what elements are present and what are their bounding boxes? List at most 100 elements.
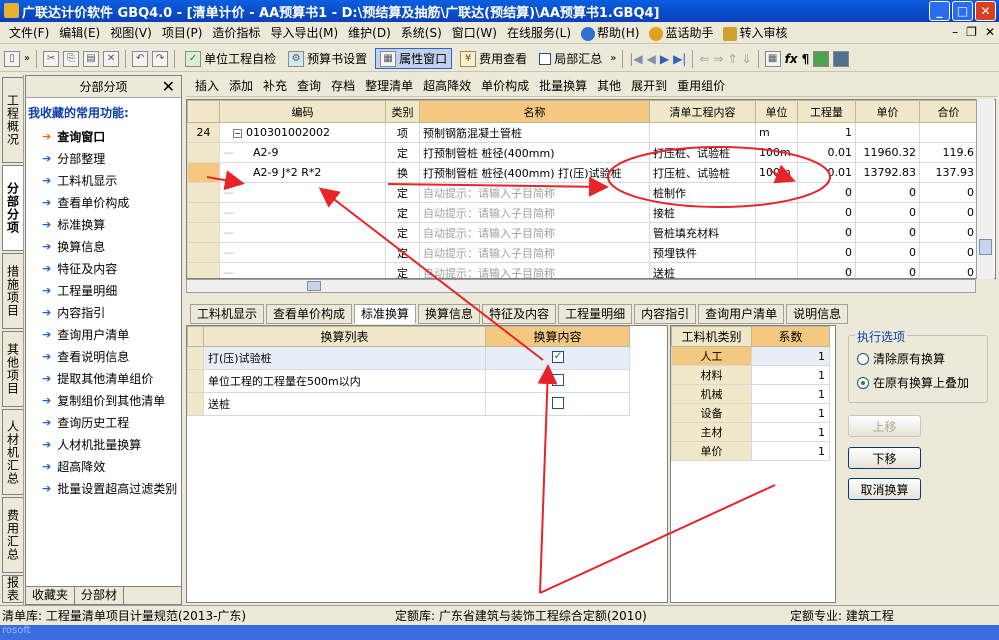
minimize-button[interactable]: _ [929,1,950,21]
coef-value[interactable]: 1 [751,365,830,385]
cell-content[interactable]: 打压桩、试验桩 [649,162,756,183]
arrow-right-icon[interactable]: ⇒ [713,52,723,66]
cell-total[interactable]: 0 [919,182,978,203]
cell-type[interactable]: 定 [385,182,420,203]
nav-next-icon[interactable]: ▶ [660,52,669,66]
cell-code[interactable]: — [219,242,386,263]
table-row[interactable]: 设备 1 [671,403,830,423]
cell-type[interactable]: 定 [385,202,420,223]
detail-tab[interactable]: 标准换算 [354,304,417,324]
table-row[interactable]: — A2-9 定打预制管桩 桩径(400mm) 打压桩、试验桩 100m 0.01 1196… [187,142,978,163]
cell-code[interactable]: — A2-9 [219,142,386,163]
left-panel-item[interactable]: ➔ 查询历史工程 [26,411,181,433]
cell-content[interactable]: 管桩填充材料 [649,222,756,243]
cell-qty[interactable]: 1 [797,122,856,143]
cell-name[interactable]: 自动提示：请输入子目简称 [419,242,650,263]
cell-name[interactable]: 打预制管桩 桩径(400mm) [419,142,650,163]
cell-code[interactable]: — [219,202,386,223]
left-panel-item[interactable]: ➔ 特征及内容 [26,257,181,279]
cell-code[interactable]: — [219,182,386,203]
table-row[interactable]: 材料 1 [671,365,830,385]
cell-unit[interactable] [755,242,798,263]
undo-icon[interactable]: ↶ [132,50,149,67]
cell-qty[interactable]: 0.01 [797,142,856,163]
left-panel-item[interactable]: ➔ 工程量明细 [26,279,181,301]
tab-sub-items[interactable]: 分部分项 [2,165,23,251]
cell-qty[interactable]: 0 [797,222,856,243]
tab-fee-summary[interactable]: 费用汇总 [2,497,23,573]
detail-tab[interactable]: 特征及内容 [482,304,557,324]
left-panel-item[interactable]: ➔ 超高降效 [26,455,181,477]
cell-qty[interactable]: 0.01 [797,162,856,183]
grid-toolbar-item[interactable]: 单价构成 [476,77,534,94]
toolbar-overflow-icon[interactable]: » [24,53,30,64]
copy-icon[interactable]: ⎘ [63,50,80,67]
move-down-button[interactable]: 下移 [848,447,921,469]
cell-total[interactable]: 137.93 [919,162,978,183]
mdi-close-button[interactable]: ✕ [985,25,995,39]
new-document-icon[interactable]: ▯ [4,50,20,67]
cell-rn[interactable] [187,202,220,223]
cell-type[interactable]: 项 [385,122,420,143]
coef-value[interactable]: 1 [751,441,830,461]
grid-toolbar-item[interactable]: 添加 [224,77,258,94]
menu-online-service[interactable]: 在线服务(L) [502,24,576,41]
cell-unit[interactable] [755,262,798,278]
cell-unit[interactable] [755,202,798,223]
left-panel-item[interactable]: ➔ 人材机批量换算 [26,433,181,455]
cell-code[interactable]: — [219,222,386,243]
table-row[interactable]: 单位工程的工程量在500m以内 [187,369,630,393]
cell-price[interactable]: 0 [855,222,920,243]
cell-rn[interactable] [187,162,220,183]
cell-price[interactable]: 11960.32 [855,142,920,163]
nav-prev-icon[interactable]: ◀ [647,52,656,66]
detail-tab[interactable]: 查询用户清单 [698,304,785,324]
grid-toolbar-item[interactable]: 超高降效 [418,77,476,94]
cell-price[interactable] [855,122,920,143]
maximize-button[interactable]: □ [952,1,973,21]
table-row[interactable]: — 定自动提示：请输入子目简称 接桩 0 0 0 [187,202,978,223]
menu-system[interactable]: 系统(S) [396,24,447,41]
arrow-up-icon[interactable]: ⇑ [727,52,737,66]
redo-icon[interactable]: ↷ [152,50,169,67]
cell-type[interactable]: 定 [385,242,420,263]
coef-value[interactable]: 1 [751,403,830,423]
collapse-icon[interactable]: − [233,129,242,138]
cell-price[interactable]: 0 [855,202,920,223]
function-icon[interactable]: fx [785,52,798,66]
cell-code[interactable]: — [219,262,386,278]
menu-cost-index[interactable]: 造价指标 [207,24,265,41]
detail-tab[interactable]: 内容指引 [634,304,697,324]
clear-existing-radio[interactable]: 清除原有换算 [857,350,945,367]
grid-toolbar-item[interactable]: 批量换算 [534,77,592,94]
left-panel-item[interactable]: ➔ 分部整理 [26,147,181,169]
menu-edit[interactable]: 编辑(E) [54,24,105,41]
local-summary-checkbox[interactable]: 局部汇总 [535,49,606,68]
detail-tab[interactable]: 工料机显示 [190,304,265,324]
cell-unit[interactable]: 100m [755,142,798,163]
cell-unit[interactable] [755,182,798,203]
cell-code[interactable]: — A2-9 J*2 R*2 [219,162,386,183]
delete-icon[interactable]: ✕ [103,50,120,67]
detail-tab[interactable]: 换算信息 [418,304,481,324]
table-row[interactable]: 送桩 [187,392,630,416]
cell-total[interactable]: 0 [919,262,978,278]
paragraph-icon[interactable]: ¶ [802,52,810,66]
grid-vertical-scrollbar[interactable] [976,99,994,279]
detail-tab[interactable]: 查看单价构成 [266,304,353,324]
grid-toolbar-item[interactable]: 存档 [326,77,360,94]
table-row[interactable]: — A2-9 J*2 R*2 换打预制管桩 桩径(400mm) 打(压)试验桩 打压桩… [187,162,978,183]
fee-view-button[interactable]: ¥ 费用查看 [456,49,531,68]
col-header-unit[interactable]: 单位 [755,100,798,123]
cell-unit[interactable]: m [755,122,798,143]
table-row[interactable]: 24−010301002002 项预制钢筋混凝土管桩 m 1 [187,122,978,143]
arrow-down-icon[interactable]: ⇓ [742,52,752,66]
table-row[interactable]: 主材 1 [671,422,830,442]
property-window-button[interactable]: ▦ 属性窗口 [375,48,453,69]
conversion-checkbox[interactable] [551,373,564,386]
table-row[interactable]: — 定自动提示：请输入子目简称 桩制作 0 0 0 [187,182,978,203]
close-button[interactable]: ✕ [975,1,996,21]
cube-icon[interactable] [813,50,830,67]
cell-content[interactable]: 送桩 [649,262,756,278]
menu-help[interactable]: 帮助(H) [576,24,644,41]
